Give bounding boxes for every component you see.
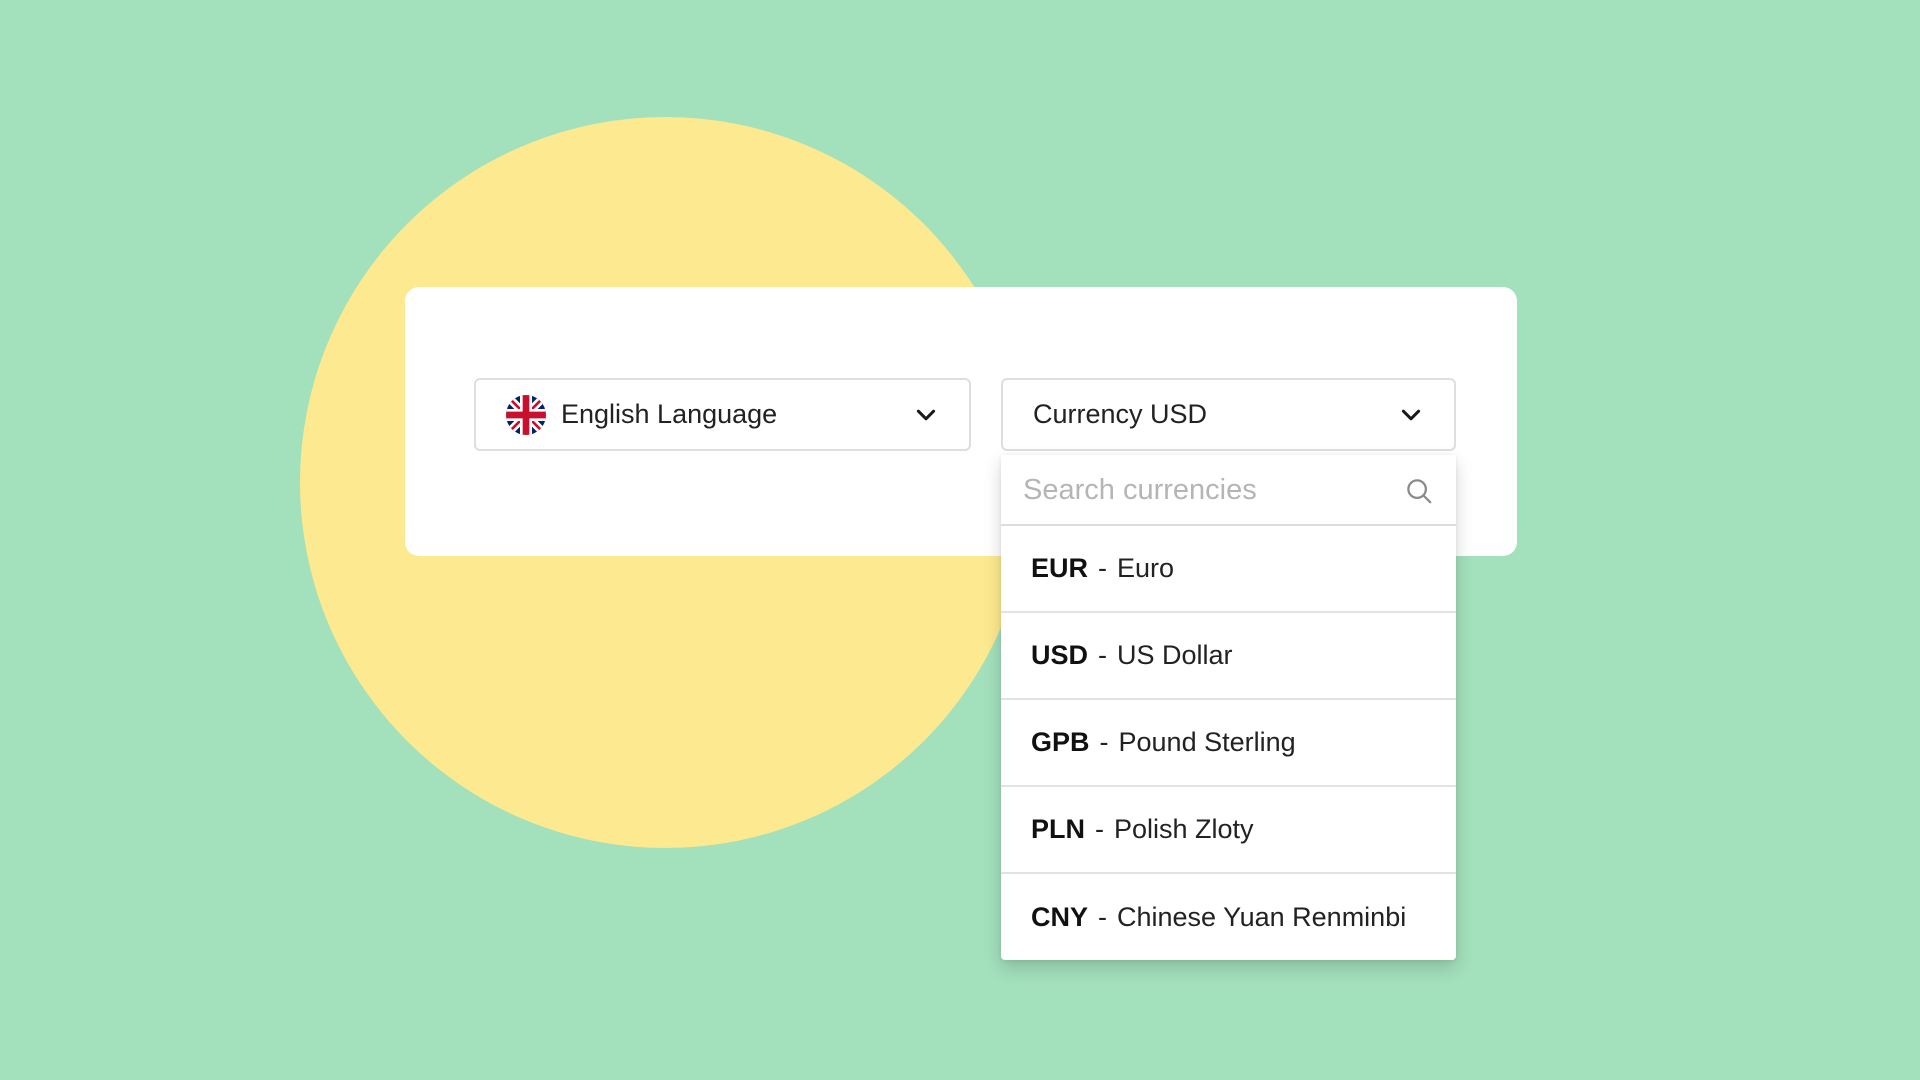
currency-option-cny[interactable]: CNY - Chinese Yuan Renminbi (1001, 874, 1456, 961)
chevron-down-icon (1401, 409, 1421, 420)
currency-code: USD (1031, 640, 1089, 670)
currency-option-eur[interactable]: EUR - Euro (1001, 526, 1456, 613)
currency-dropdown: EUR - Euro USD - US Dollar GPB - Pound S… (1001, 455, 1456, 960)
currency-code: GPB (1031, 727, 1090, 757)
currency-code: PLN (1031, 814, 1085, 844)
currency-option-pln[interactable]: PLN - Polish Zloty (1001, 787, 1456, 874)
currency-separator: - (1098, 902, 1108, 932)
currency-code: CNY (1031, 902, 1089, 932)
currency-option-gpb[interactable]: GPB - Pound Sterling (1001, 700, 1456, 787)
uk-flag-icon (506, 394, 546, 435)
currency-name: Pound Sterling (1118, 727, 1296, 757)
currency-name: Euro (1117, 553, 1175, 583)
language-select[interactable]: English Language (474, 378, 971, 451)
currency-select[interactable]: Currency USD (1001, 378, 1456, 451)
currency-option-usd[interactable]: USD - US Dollar (1001, 613, 1456, 700)
currency-separator: - (1095, 814, 1104, 844)
currency-name: Chinese Yuan Renminbi (1117, 902, 1407, 932)
currency-select-label: Currency USD (1033, 399, 1208, 429)
currency-search-row (1001, 455, 1456, 526)
search-icon[interactable] (1404, 476, 1434, 506)
currency-separator: - (1099, 727, 1109, 757)
language-select-label: English Language (561, 399, 778, 429)
currency-name: Polish Zloty (1114, 814, 1254, 844)
currency-code: EUR (1031, 553, 1089, 583)
currency-separator: - (1098, 640, 1108, 670)
currency-separator: - (1098, 553, 1108, 583)
currency-name: US Dollar (1117, 640, 1233, 670)
chevron-down-icon (916, 409, 936, 420)
currency-search-input[interactable] (1023, 465, 1383, 515)
